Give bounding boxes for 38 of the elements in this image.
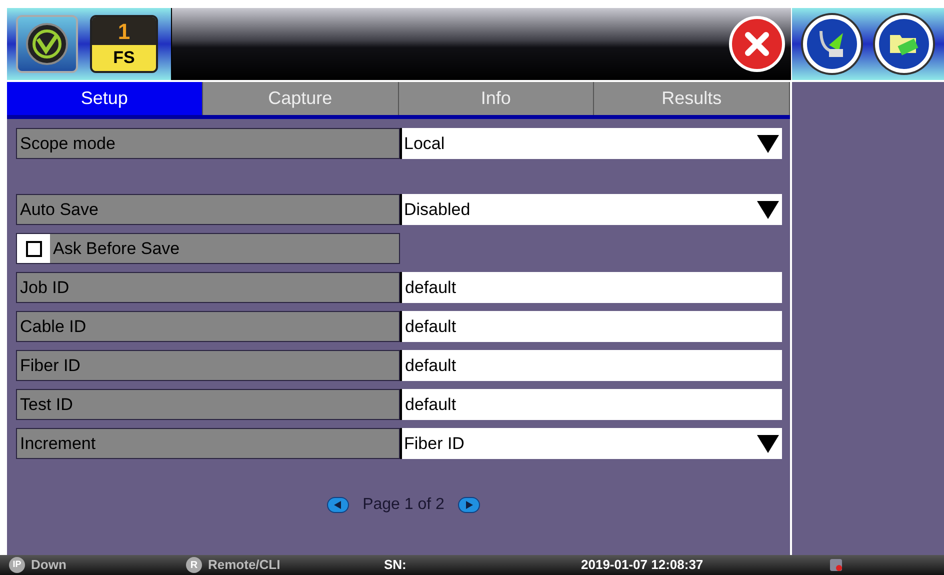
close-icon xyxy=(744,31,770,57)
input-field[interactable]: default xyxy=(400,350,782,381)
previous-page-button[interactable] xyxy=(326,497,349,513)
input-field[interactable]: default xyxy=(400,389,782,420)
date-time: 2019-01-07 12:08:37 xyxy=(581,556,704,574)
logo-icon xyxy=(26,23,68,65)
logo-button[interactable] xyxy=(16,15,78,73)
checkbox-label: Ask Before Save xyxy=(52,238,180,260)
checkbox[interactable] xyxy=(26,240,42,256)
field-label: Fiber ID xyxy=(16,350,400,381)
next-page-button[interactable] xyxy=(458,497,480,513)
right-arrow-icon xyxy=(465,501,474,509)
dropdown-arrow-icon xyxy=(757,434,779,452)
field-label: Test ID xyxy=(16,389,400,420)
module-badge[interactable]: 1 FS xyxy=(90,15,158,73)
left-arrow-icon xyxy=(334,501,342,509)
input-field[interactable]: default xyxy=(400,272,782,303)
field-label: Scope mode xyxy=(16,128,400,159)
remote-badge: R xyxy=(186,557,202,573)
remote-status: Remote/CLI xyxy=(208,556,282,574)
dropdown[interactable]: Fiber ID xyxy=(400,428,782,459)
field-label: Job ID xyxy=(16,272,400,303)
ip-status: Down xyxy=(31,556,68,574)
dropdown-arrow-icon xyxy=(757,134,779,152)
field-label: Auto Save xyxy=(16,194,400,225)
dropdown-arrow-icon xyxy=(757,200,779,218)
serial-label: SN: xyxy=(384,556,408,574)
tab[interactable]: Setup xyxy=(7,82,203,115)
page-indicator: Page 1 of 2 xyxy=(362,495,444,515)
ip-badge: IP xyxy=(9,557,25,573)
input-field[interactable]: default xyxy=(400,311,782,342)
dropdown[interactable]: Local xyxy=(400,128,782,159)
dropdown[interactable]: Disabled xyxy=(400,194,782,225)
field-label: Increment xyxy=(16,428,400,459)
field-label: Cable ID xyxy=(16,311,400,342)
storage-icon xyxy=(829,558,844,572)
folder-button[interactable] xyxy=(875,15,933,73)
plug-button[interactable] xyxy=(803,15,861,73)
